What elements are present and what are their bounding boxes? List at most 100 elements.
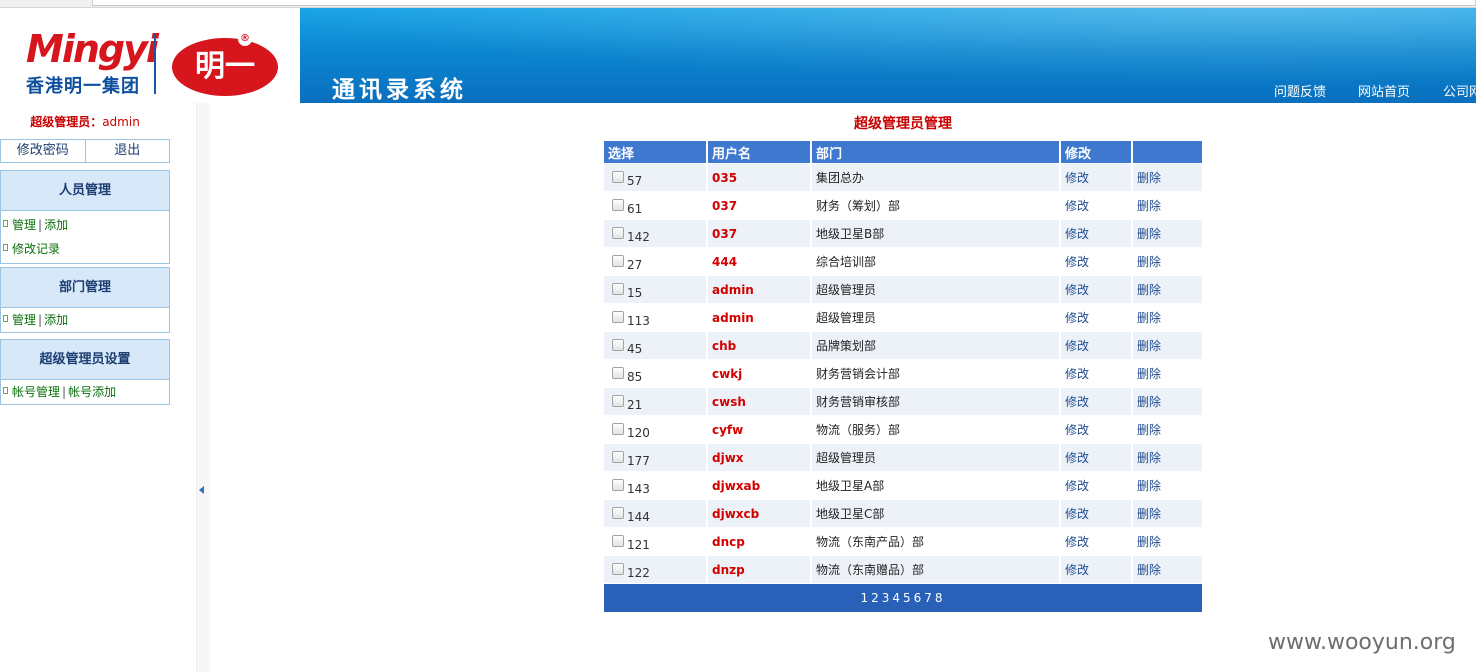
edit-link[interactable]: 修改 — [1065, 227, 1089, 241]
page-link-2[interactable]: 2 — [871, 591, 882, 605]
row-checkbox[interactable] — [612, 310, 624, 323]
row-checkbox[interactable] — [612, 478, 624, 491]
row-checkbox[interactable] — [612, 394, 624, 407]
row-department: 物流（东南产品）部 — [816, 535, 925, 549]
row-checkbox[interactable] — [612, 506, 624, 519]
select-cell: 121 — [604, 527, 708, 555]
company-logo: Mingyi 香港明一集团 明一 ® — [0, 8, 300, 103]
edit-link[interactable]: 修改 — [1065, 339, 1089, 353]
edit-link[interactable]: 修改 — [1065, 171, 1089, 185]
delete-link[interactable]: 删除 — [1137, 563, 1161, 577]
logout-link[interactable]: 退出 — [84, 140, 170, 162]
sidebar-splitter[interactable] — [196, 103, 210, 672]
bullet-icon — [3, 220, 8, 227]
edit-link[interactable]: 修改 — [1065, 423, 1089, 437]
edit-link[interactable]: 修改 — [1065, 451, 1089, 465]
edit-link[interactable]: 修改 — [1065, 507, 1089, 521]
row-checkbox[interactable] — [612, 422, 624, 435]
row-checkbox[interactable] — [612, 450, 624, 463]
edit-link[interactable]: 修改 — [1065, 311, 1089, 325]
collapse-arrow-icon[interactable] — [199, 486, 204, 494]
row-id: 143 — [627, 481, 650, 496]
table-row: 144 djwxcb 地级卫星C部 修改 删除 — [604, 499, 1202, 527]
page-link-1[interactable]: 1 — [860, 591, 871, 605]
delete-link[interactable]: 删除 — [1137, 339, 1161, 353]
row-department: 综合培训部 — [816, 255, 877, 269]
row-checkbox[interactable] — [612, 226, 624, 239]
table-row: 120 cyfw 物流（服务）部 修改 删除 — [604, 415, 1202, 443]
delete-link[interactable]: 删除 — [1137, 507, 1161, 521]
row-department: 物流（服务）部 — [816, 423, 901, 437]
username-cell: dncp — [708, 527, 812, 555]
row-checkbox[interactable] — [612, 562, 624, 575]
logo-wordmark: Mingyi — [26, 27, 159, 71]
change-password-link[interactable]: 修改密码 — [1, 140, 85, 162]
row-checkbox[interactable] — [612, 282, 624, 295]
row-department: 地级卫星A部 — [816, 479, 885, 493]
delete-link[interactable]: 删除 — [1137, 227, 1161, 241]
row-username: djwx — [712, 450, 744, 465]
row-checkbox[interactable] — [612, 534, 624, 547]
nav-feedback[interactable]: 问题反馈 — [1274, 81, 1326, 100]
edit-cell: 修改 — [1061, 219, 1133, 247]
page-link-3[interactable]: 3 — [882, 591, 893, 605]
page-link-5[interactable]: 5 — [903, 591, 914, 605]
row-checkbox[interactable] — [612, 254, 624, 267]
delete-link[interactable]: 删除 — [1137, 311, 1161, 325]
row-id: 113 — [627, 313, 650, 328]
edit-link[interactable]: 修改 — [1065, 199, 1089, 213]
row-id: 177 — [627, 453, 650, 468]
delete-link[interactable]: 删除 — [1137, 283, 1161, 297]
delete-cell: 删除 — [1133, 303, 1202, 331]
edit-link[interactable]: 修改 — [1065, 479, 1089, 493]
department-cell: 物流（服务）部 — [812, 415, 1061, 443]
department-cell: 财务营销审核部 — [812, 387, 1061, 415]
department-cell: 超级管理员 — [812, 303, 1061, 331]
account-manage-link[interactable]: 帐号管理 — [12, 385, 60, 399]
staff-manage-link[interactable]: 管理 — [12, 218, 36, 232]
edit-link[interactable]: 修改 — [1065, 367, 1089, 381]
edit-cell: 修改 — [1061, 247, 1133, 275]
row-username: djwxcb — [712, 506, 760, 521]
row-id: 85 — [627, 369, 643, 384]
delete-link[interactable]: 删除 — [1137, 479, 1161, 493]
delete-cell: 删除 — [1133, 471, 1202, 499]
address-bar[interactable] — [92, 0, 1476, 6]
dept-add-link[interactable]: 添加 — [44, 313, 68, 327]
delete-link[interactable]: 删除 — [1137, 451, 1161, 465]
edit-link[interactable]: 修改 — [1065, 535, 1089, 549]
username-cell: 035 — [708, 163, 812, 191]
nav-home[interactable]: 网站首页 — [1358, 81, 1410, 100]
nav-company-site[interactable]: 公司网 — [1443, 81, 1476, 100]
page-link-6[interactable]: 6 — [914, 591, 925, 605]
pagination: 12345678 — [604, 584, 1202, 612]
row-username: cyfw — [712, 422, 744, 437]
select-cell: 45 — [604, 331, 708, 359]
change-log-link[interactable]: 修改记录 — [12, 242, 60, 256]
row-checkbox[interactable] — [612, 338, 624, 351]
delete-link[interactable]: 删除 — [1137, 255, 1161, 269]
panel-link-row: 帐号管理 | 帐号添加 — [1, 380, 169, 404]
delete-link[interactable]: 删除 — [1137, 535, 1161, 549]
account-add-link[interactable]: 帐号添加 — [68, 385, 116, 399]
delete-link[interactable]: 删除 — [1137, 395, 1161, 409]
edit-link[interactable]: 修改 — [1065, 255, 1089, 269]
delete-link[interactable]: 删除 — [1137, 171, 1161, 185]
delete-link[interactable]: 删除 — [1137, 423, 1161, 437]
page-link-7[interactable]: 7 — [924, 591, 935, 605]
row-department: 物流（东南赠品）部 — [816, 563, 925, 577]
edit-link[interactable]: 修改 — [1065, 563, 1089, 577]
staff-add-link[interactable]: 添加 — [44, 218, 68, 232]
page-link-4[interactable]: 4 — [892, 591, 903, 605]
edit-link[interactable]: 修改 — [1065, 283, 1089, 297]
row-checkbox[interactable] — [612, 170, 624, 183]
edit-link[interactable]: 修改 — [1065, 395, 1089, 409]
delete-link[interactable]: 删除 — [1137, 199, 1161, 213]
row-id: 21 — [627, 397, 643, 412]
delete-link[interactable]: 删除 — [1137, 367, 1161, 381]
page-link-8[interactable]: 8 — [935, 591, 946, 605]
delete-cell: 删除 — [1133, 359, 1202, 387]
row-checkbox[interactable] — [612, 198, 624, 211]
row-checkbox[interactable] — [612, 366, 624, 379]
dept-manage-link[interactable]: 管理 — [12, 313, 36, 327]
